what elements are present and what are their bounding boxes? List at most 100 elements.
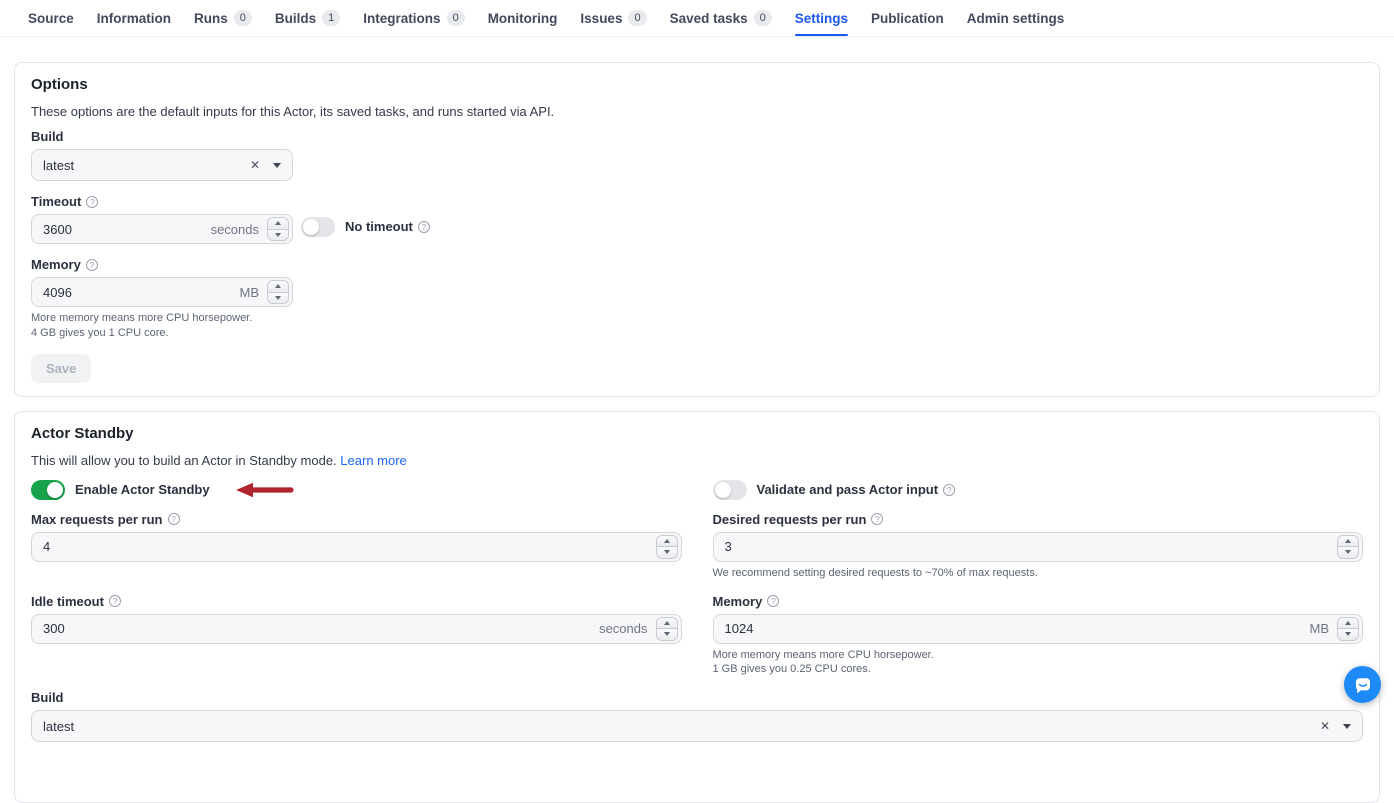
learn-more-link[interactable]: Learn more	[340, 453, 406, 468]
info-icon[interactable]: ?	[943, 484, 955, 496]
tab-saved-tasks[interactable]: Saved tasks0	[670, 0, 772, 36]
standby-memory-input[interactable]	[725, 621, 1304, 636]
max-requests-field	[31, 532, 682, 562]
max-requests-input[interactable]	[43, 539, 656, 554]
tab-issues[interactable]: Issues0	[580, 0, 646, 36]
stepper-up-button[interactable]	[1338, 536, 1358, 548]
info-icon[interactable]: ?	[109, 595, 121, 607]
timeout-unit-label: seconds	[211, 222, 259, 237]
stepper-down-button[interactable]	[657, 629, 677, 640]
stepper-down-button[interactable]	[1338, 629, 1358, 640]
idle-timeout-field: seconds	[31, 614, 682, 644]
tab-label: Issues	[580, 11, 622, 26]
desired-requests-input[interactable]	[725, 539, 1338, 554]
max-requests-label: Max requests per run ?	[31, 512, 682, 527]
validate-input-label: Validate and pass Actor input ?	[757, 482, 956, 497]
tab-integrations[interactable]: Integrations 0	[363, 0, 464, 36]
tab-information[interactable]: Information	[97, 0, 171, 36]
tab-builds[interactable]: Builds 1	[275, 0, 340, 36]
tab-settings[interactable]: Settings	[795, 0, 848, 36]
tab-runs[interactable]: Runs 0	[194, 0, 252, 36]
arrow-up-icon	[275, 221, 281, 225]
toggle-knob	[303, 219, 319, 235]
tab-label: Runs	[194, 11, 228, 26]
tab-admin-settings[interactable]: Admin settings	[967, 0, 1065, 36]
info-icon[interactable]: ?	[168, 513, 180, 525]
build-select[interactable]: latest ✕	[31, 149, 293, 181]
standby-memory-field: MB	[713, 614, 1364, 644]
tab-label: Builds	[275, 11, 316, 26]
desired-requests-label: Desired requests per run ?	[713, 512, 1364, 527]
tab-label: Integrations	[363, 11, 440, 26]
arrow-up-icon	[1345, 539, 1351, 543]
standby-build-label: Build	[31, 690, 1363, 705]
actor-standby-card: Actor Standby This will allow you to bui…	[14, 411, 1380, 803]
enable-standby-label: Enable Actor Standby	[75, 482, 210, 497]
standby-memory-unit-label: MB	[1310, 621, 1330, 636]
tab-source[interactable]: Source	[28, 0, 74, 36]
chevron-down-icon[interactable]	[273, 163, 281, 168]
stepper-up-button[interactable]	[268, 218, 288, 230]
arrow-down-icon	[664, 632, 670, 636]
arrow-up-icon	[1345, 621, 1351, 625]
stepper-down-button[interactable]	[657, 547, 677, 558]
memory-label: Memory ?	[31, 257, 1363, 272]
stepper-down-button[interactable]	[268, 230, 288, 241]
standby-build-select[interactable]: latest ✕	[31, 710, 1363, 742]
timeout-field: seconds	[31, 214, 293, 244]
arrow-down-icon	[664, 550, 670, 554]
stepper-up-button[interactable]	[657, 536, 677, 548]
memory-unit-label: MB	[240, 285, 260, 300]
arrow-down-icon	[275, 296, 281, 300]
arrow-down-icon	[1345, 550, 1351, 554]
arrow-up-icon	[664, 621, 670, 625]
desired-requests-field	[713, 532, 1364, 562]
no-timeout-toggle[interactable]	[301, 217, 335, 237]
stepper-up-button[interactable]	[1338, 618, 1358, 630]
chevron-down-icon[interactable]	[1343, 724, 1351, 729]
clear-icon[interactable]: ✕	[1320, 720, 1330, 732]
tab-label: Monitoring	[488, 11, 558, 26]
arrow-up-icon	[275, 284, 281, 288]
validate-input-toggle[interactable]	[713, 480, 747, 500]
options-card-title: Options	[31, 76, 1363, 93]
info-icon[interactable]: ?	[86, 259, 98, 271]
info-icon[interactable]: ?	[86, 196, 98, 208]
stepper-up-button[interactable]	[657, 618, 677, 630]
memory-stepper	[267, 280, 289, 304]
info-icon[interactable]: ?	[871, 513, 883, 525]
info-icon[interactable]: ?	[767, 595, 779, 607]
tab-badge: 0	[447, 10, 465, 26]
standby-build-select-value: latest	[43, 719, 1320, 734]
build-select-value: latest	[43, 158, 250, 173]
idle-timeout-input[interactable]	[43, 621, 593, 636]
save-button[interactable]: Save	[31, 354, 91, 383]
standby-memory-stepper	[1337, 617, 1359, 641]
timeout-input[interactable]	[43, 222, 205, 237]
chat-bubble-button[interactable]	[1344, 666, 1381, 703]
timeout-stepper	[267, 217, 289, 241]
tab-publication[interactable]: Publication	[871, 0, 944, 36]
stepper-down-button[interactable]	[1338, 547, 1358, 558]
build-label: Build	[31, 129, 1363, 144]
validate-input-row: Validate and pass Actor input ?	[713, 480, 1364, 500]
memory-input[interactable]	[43, 285, 234, 300]
arrow-down-icon	[1345, 632, 1351, 636]
timeout-label: Timeout ?	[31, 194, 1363, 209]
stepper-down-button[interactable]	[268, 293, 288, 304]
arrow-down-icon	[275, 233, 281, 237]
clear-icon[interactable]: ✕	[250, 159, 260, 171]
tab-monitoring[interactable]: Monitoring	[488, 0, 558, 36]
info-icon[interactable]: ?	[418, 221, 430, 233]
options-card-description: These options are the default inputs for…	[31, 104, 1363, 119]
standby-card-title: Actor Standby	[31, 425, 1363, 442]
tab-badge: 0	[234, 10, 252, 26]
tab-badge: 1	[322, 10, 340, 26]
standby-memory-helper: More memory means more CPU horsepower. 1…	[713, 648, 1364, 678]
enable-standby-toggle[interactable]	[31, 480, 65, 500]
stepper-up-button[interactable]	[268, 281, 288, 293]
idle-timeout-cell: Idle timeout ? seconds	[31, 594, 682, 644]
standby-card-description: This will allow you to build an Actor in…	[31, 453, 1363, 468]
settings-page: Options These options are the default in…	[0, 62, 1394, 803]
memory-field: MB	[31, 277, 293, 307]
